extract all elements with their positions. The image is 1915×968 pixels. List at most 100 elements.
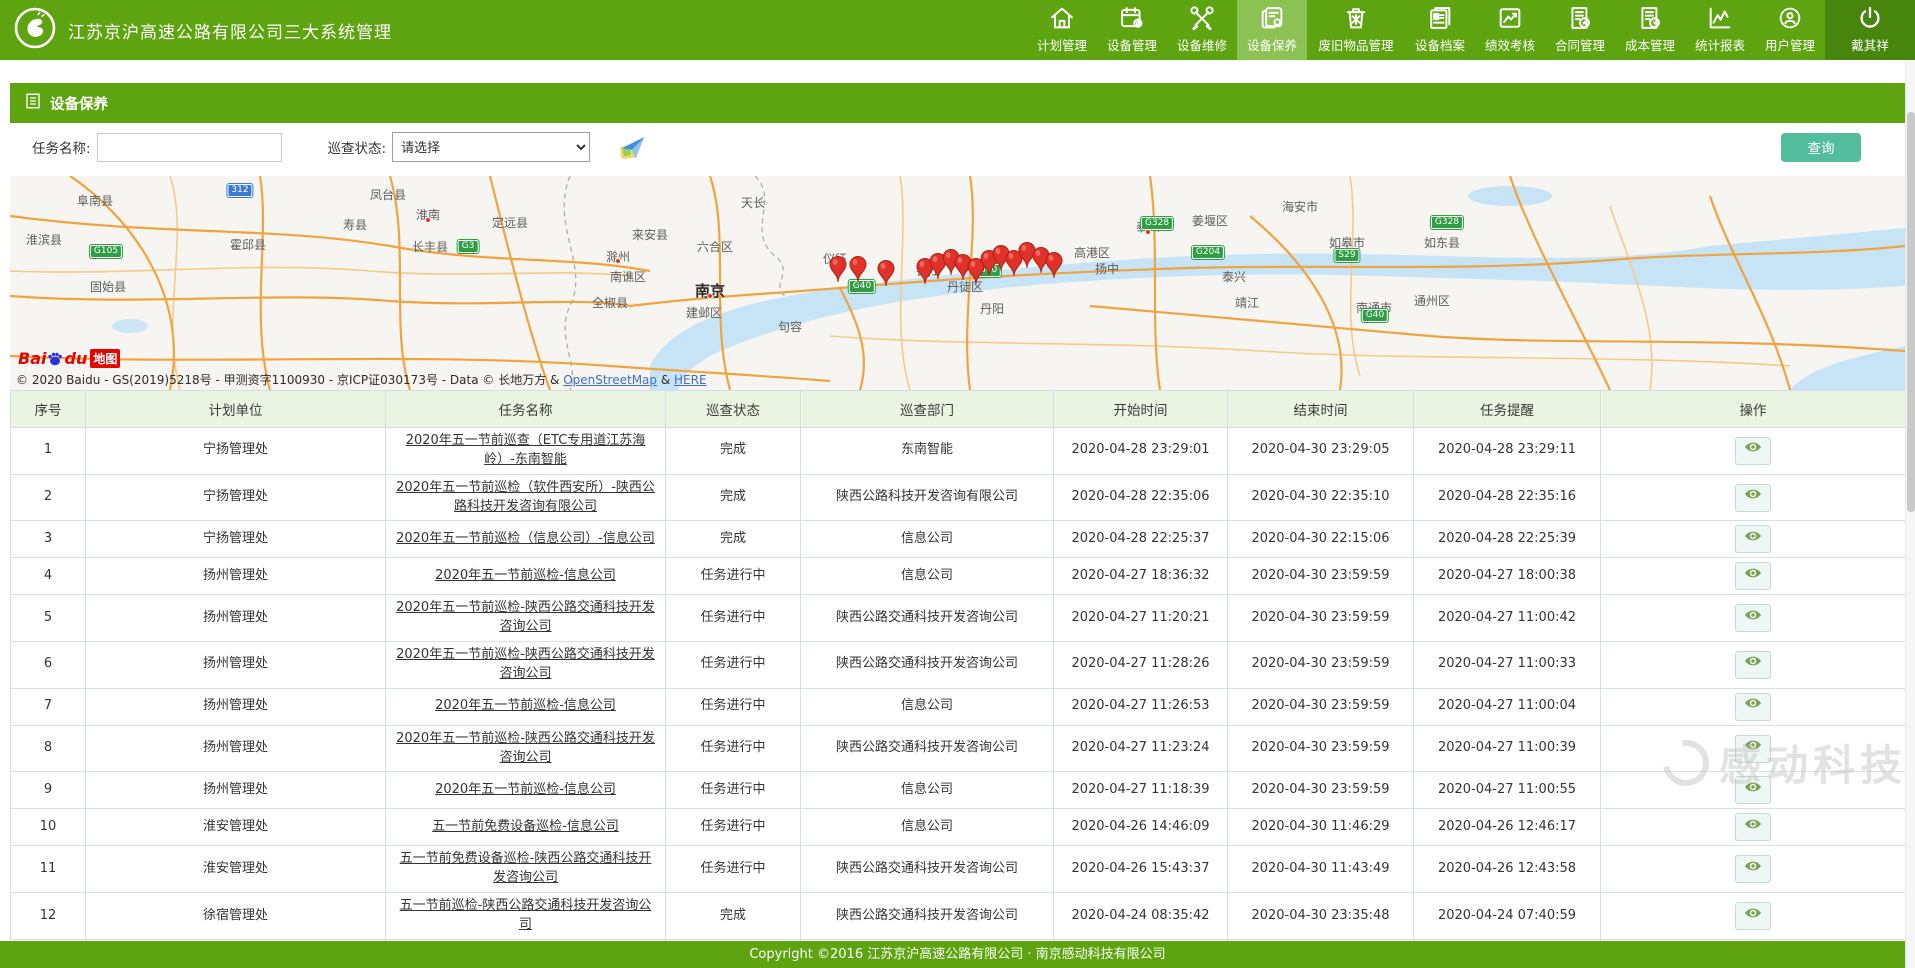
view-button[interactable] bbox=[1735, 855, 1771, 883]
cell-remind: 2020-04-26 12:46:17 bbox=[1414, 809, 1601, 846]
table-row: 12徐宿管理处五一节前巡检-陕西公路交通科技开发咨询公司完成陕西公路交通科技开发… bbox=[11, 893, 1906, 940]
task-link[interactable]: 五一节前免费设备巡检-陕西公路交通科技开发咨询公司 bbox=[400, 851, 652, 885]
cell-unit: 扬州管理处 bbox=[86, 725, 386, 772]
view-button[interactable] bbox=[1735, 484, 1771, 512]
task-link[interactable]: 五一节前免费设备巡检-信息公司 bbox=[432, 819, 619, 834]
cell-no: 11 bbox=[11, 846, 86, 893]
task-link[interactable]: 2020年五一节前巡检-陕西公路交通科技开发咨询公司 bbox=[396, 731, 655, 765]
task-link[interactable]: 2020年五一节前巡检-信息公司 bbox=[435, 568, 616, 583]
here-link[interactable]: HERE bbox=[674, 373, 707, 387]
view-button[interactable] bbox=[1735, 813, 1771, 841]
main-nav: 计划管理 设备管理 设备维修 设备保养 废旧物品管理 设备档案 绩效考核 合同管… bbox=[1027, 0, 1915, 60]
map-place-label: 高港区 bbox=[1074, 244, 1110, 261]
view-button[interactable] bbox=[1735, 693, 1771, 721]
eye-icon bbox=[1743, 858, 1763, 881]
nav-item-9[interactable]: ¥ 成本管理 bbox=[1615, 0, 1685, 60]
cell-start: 2020-04-26 14:46:09 bbox=[1054, 809, 1228, 846]
baidu-map[interactable]: 阜南县凤台县淮南寿县长丰县定远县霍邱县淮滨县固始县来安县天长滁州南谯区全椒县六合… bbox=[10, 176, 1905, 390]
cell-end: 2020-04-30 11:46:29 bbox=[1228, 809, 1414, 846]
task-link[interactable]: 五一节前巡检-陕西公路交通科技开发咨询公司 bbox=[400, 898, 652, 932]
cell-end: 2020-04-30 22:35:10 bbox=[1228, 474, 1414, 521]
cell-actions bbox=[1601, 428, 1906, 475]
cell-dept: 陕西公路交通科技开发咨询公司 bbox=[801, 725, 1054, 772]
nav-item-10[interactable]: 统计报表 bbox=[1685, 0, 1755, 60]
column-header: 任务提醒 bbox=[1414, 391, 1601, 428]
nav-item-1[interactable]: 计划管理 bbox=[1027, 0, 1097, 60]
status-select[interactable]: 请选择 bbox=[392, 132, 590, 162]
column-header: 结束时间 bbox=[1228, 391, 1414, 428]
nav-item-11[interactable]: 用户管理 bbox=[1755, 0, 1825, 60]
cell-remind: 2020-04-27 11:00:42 bbox=[1414, 595, 1601, 642]
cell-task: 2020年五一节前巡检-陕西公路交通科技开发咨询公司 bbox=[386, 642, 666, 689]
nav-item-label: 废旧物品管理 bbox=[1318, 35, 1393, 54]
tools-icon bbox=[1188, 4, 1216, 32]
nav-item-5[interactable]: 废旧物品管理 bbox=[1307, 0, 1405, 60]
view-button[interactable] bbox=[1735, 562, 1771, 590]
eye-icon bbox=[1743, 737, 1763, 760]
view-button[interactable] bbox=[1735, 604, 1771, 632]
send-plane-icon[interactable] bbox=[618, 132, 648, 162]
osm-link[interactable]: OpenStreetMap bbox=[563, 373, 657, 387]
task-link[interactable]: 2020年五一节前巡查（ETC专用道江苏海岭）-东南智能 bbox=[406, 433, 646, 467]
view-button[interactable] bbox=[1735, 437, 1771, 465]
city-dot bbox=[425, 217, 431, 223]
cell-unit: 扬州管理处 bbox=[86, 642, 386, 689]
cell-remind: 2020-04-27 11:00:39 bbox=[1414, 725, 1601, 772]
cell-dept: 陕西公路交通科技开发咨询公司 bbox=[801, 893, 1054, 940]
view-button[interactable] bbox=[1735, 525, 1771, 553]
cell-task: 2020年五一节前巡检-信息公司 bbox=[386, 688, 666, 725]
map-place-label: 泰兴 bbox=[1222, 268, 1246, 285]
task-link[interactable]: 2020年五一节前巡检-陕西公路交通科技开发咨询公司 bbox=[396, 647, 655, 681]
cell-unit: 淮安管理处 bbox=[86, 809, 386, 846]
cell-dept: 信息公司 bbox=[801, 521, 1054, 558]
map-marker-icon[interactable] bbox=[1044, 251, 1064, 279]
map-marker-icon[interactable] bbox=[848, 255, 868, 283]
attribution-text: © 2020 Baidu - GS(2019)5218号 - 甲测资字11009… bbox=[16, 373, 563, 387]
map-marker-icon[interactable] bbox=[876, 259, 896, 287]
column-header: 巡查部门 bbox=[801, 391, 1054, 428]
nav-item-label: 统计报表 bbox=[1695, 35, 1745, 54]
task-link[interactable]: 2020年五一节前巡检-信息公司 bbox=[435, 698, 616, 713]
view-button[interactable] bbox=[1735, 735, 1771, 763]
cell-status: 完成 bbox=[666, 428, 801, 475]
task-name-input[interactable] bbox=[97, 133, 282, 162]
cell-remind: 2020-04-27 11:00:55 bbox=[1414, 772, 1601, 809]
svg-text:¥: ¥ bbox=[1652, 19, 1657, 27]
column-header: 计划单位 bbox=[86, 391, 386, 428]
view-button[interactable] bbox=[1735, 651, 1771, 679]
task-link[interactable]: 2020年五一节前巡检-信息公司 bbox=[435, 782, 616, 797]
cell-dept: 信息公司 bbox=[801, 772, 1054, 809]
task-link[interactable]: 2020年五一节前巡检（信息公司）-信息公司 bbox=[396, 531, 655, 546]
vertical-scrollbar[interactable] bbox=[1905, 60, 1915, 968]
nav-item-6[interactable]: 设备档案 bbox=[1405, 0, 1475, 60]
nav-item-8[interactable]: 合同管理 bbox=[1545, 0, 1615, 60]
scrollbar-thumb[interactable] bbox=[1907, 112, 1915, 512]
table-row: 2宁扬管理处2020年五一节前巡检（软件西安所）-陕西公路科技开发咨询有限公司完… bbox=[11, 474, 1906, 521]
city-dot bbox=[1145, 229, 1151, 235]
map-marker-icon[interactable] bbox=[828, 255, 848, 283]
nav-item-3[interactable]: 设备维修 bbox=[1167, 0, 1237, 60]
cell-status: 完成 bbox=[666, 893, 801, 940]
view-button[interactable] bbox=[1735, 902, 1771, 930]
nav-item-4[interactable]: 设备保养 bbox=[1237, 0, 1307, 60]
user-menu[interactable]: 戴其祥 bbox=[1825, 0, 1915, 60]
task-link[interactable]: 2020年五一节前巡检（软件西安所）-陕西公路科技开发咨询有限公司 bbox=[396, 480, 655, 514]
calendar-gear-icon bbox=[1118, 4, 1146, 32]
task-link[interactable]: 2020年五一节前巡检-陕西公路交通科技开发咨询公司 bbox=[396, 600, 655, 634]
footer: Copyright ©2016 江苏京沪高速公路有限公司 · 南京感动科技有限公… bbox=[0, 941, 1915, 968]
nav-item-7[interactable]: 绩效考核 bbox=[1475, 0, 1545, 60]
nav-item-2[interactable]: 设备管理 bbox=[1097, 0, 1167, 60]
cell-task: 2020年五一节前巡检-陕西公路交通科技开发咨询公司 bbox=[386, 725, 666, 772]
map-place-label: 南谯区 bbox=[610, 268, 646, 285]
eye-icon bbox=[1743, 528, 1763, 551]
view-button[interactable] bbox=[1735, 776, 1771, 804]
table-row: 11淮安管理处五一节前免费设备巡检-陕西公路交通科技开发咨询公司任务进行中陕西公… bbox=[11, 846, 1906, 893]
app-title: 江苏京沪高速公路有限公司三大系统管理 bbox=[68, 18, 392, 43]
status-label: 巡查状态: bbox=[328, 137, 387, 157]
cell-unit: 扬州管理处 bbox=[86, 772, 386, 809]
cell-actions bbox=[1601, 846, 1906, 893]
map-place-label: 定远县 bbox=[492, 214, 528, 231]
cell-start: 2020-04-28 22:35:06 bbox=[1054, 474, 1228, 521]
cell-remind: 2020-04-28 22:35:16 bbox=[1414, 474, 1601, 521]
search-button[interactable]: 查询 bbox=[1781, 133, 1861, 162]
